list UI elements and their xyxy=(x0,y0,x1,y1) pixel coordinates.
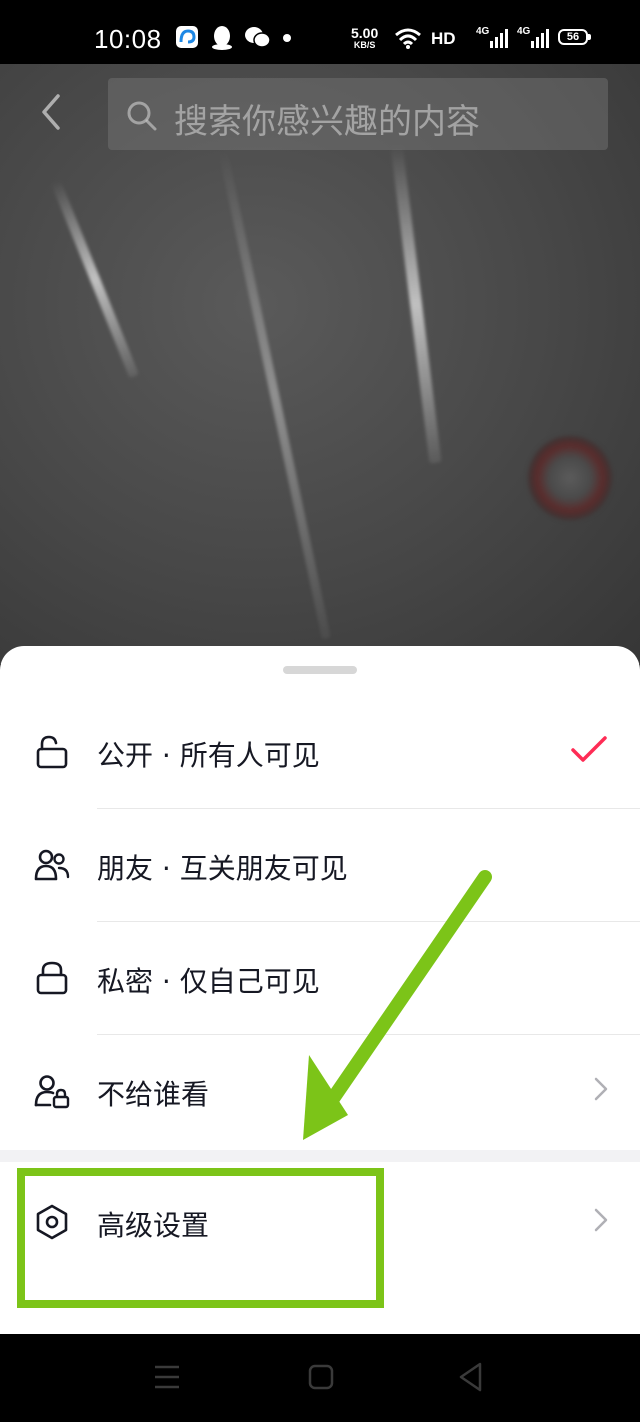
option-label: 朋友 · 互关朋友可见 xyxy=(97,852,348,885)
search-icon xyxy=(127,101,157,131)
sheet-grabber[interactable] xyxy=(283,666,357,674)
wechat-icon xyxy=(245,27,271,48)
network-speed: 5.00 KB/S xyxy=(351,25,379,50)
chevron-right-icon xyxy=(594,1208,608,1232)
back-triangle-icon[interactable] xyxy=(456,1360,486,1394)
friends-icon xyxy=(34,849,70,881)
option-public[interactable]: 公开 · 所有人可见 xyxy=(0,696,640,809)
back-arrow-icon[interactable] xyxy=(36,92,66,132)
option-label: 公开 · 所有人可见 xyxy=(97,739,320,772)
option-hide-from[interactable]: 不给谁看 xyxy=(0,1035,640,1148)
browser-icon xyxy=(176,26,198,48)
wifi-icon xyxy=(395,28,421,49)
battery-icon: 56 xyxy=(558,29,591,45)
signal-icon: 4G xyxy=(517,26,551,50)
search-placeholder: 搜索你感兴趣的内容 xyxy=(174,102,480,142)
status-bar: 10:08 5.00 KB/S HD 4G 4G 56 xyxy=(0,0,640,64)
chevron-right-icon xyxy=(594,1077,608,1101)
check-icon xyxy=(571,736,607,762)
section-divider xyxy=(0,1150,640,1162)
option-label: 不给谁看 xyxy=(97,1078,210,1111)
option-private[interactable]: 私密 · 仅自己可见 xyxy=(0,922,640,1035)
system-nav-bar xyxy=(0,1334,640,1422)
option-label: 私密 · 仅自己可见 xyxy=(97,965,320,998)
home-square-icon[interactable] xyxy=(306,1360,336,1394)
option-friends[interactable]: 朋友 · 互关朋友可见 xyxy=(0,809,640,922)
menu-icon[interactable] xyxy=(152,1360,182,1394)
notification-dot-icon xyxy=(283,34,291,42)
lock-icon xyxy=(36,961,68,995)
top-bar: 搜索你感兴趣的内容 xyxy=(0,64,640,164)
annotation-highlight-box xyxy=(17,1168,384,1308)
record-button-blurred xyxy=(528,436,612,520)
unlock-icon xyxy=(36,735,68,769)
status-time: 10:08 xyxy=(94,24,162,54)
hd-label: HD xyxy=(431,29,456,48)
qq-icon xyxy=(212,26,232,50)
signal-icon: 4G xyxy=(476,26,510,50)
user-lock-icon xyxy=(34,1075,70,1109)
search-input[interactable]: 搜索你感兴趣的内容 xyxy=(108,78,608,150)
